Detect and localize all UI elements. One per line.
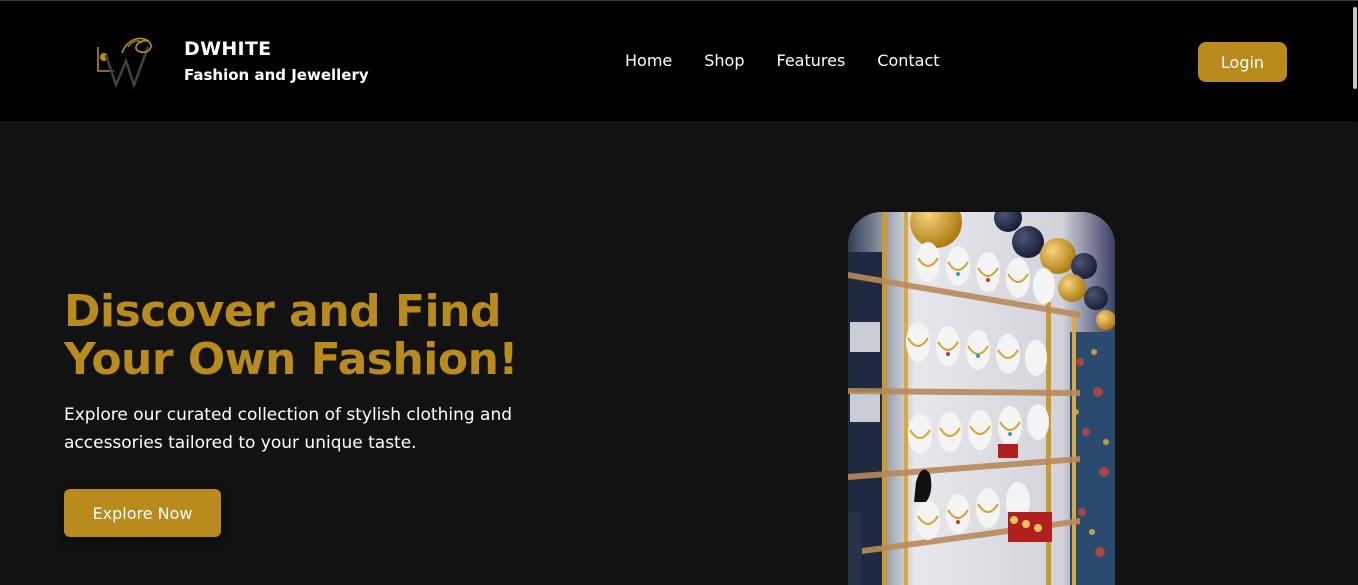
nav-link-home[interactable]: Home	[625, 51, 672, 70]
scrollbar-thumb[interactable]	[1353, 7, 1357, 89]
jewellery-store-display-image	[848, 212, 1115, 585]
brand-tagline: Fashion and Jewellery	[184, 66, 369, 84]
hero-title: Discover and Find Your Own Fashion!	[64, 286, 518, 385]
nav-link-contact[interactable]: Contact	[877, 51, 939, 70]
nav-link-features[interactable]: Features	[777, 51, 846, 70]
dw-monogram-icon[interactable]	[92, 31, 156, 90]
login-button[interactable]: Login	[1198, 42, 1287, 82]
nav-link-shop[interactable]: Shop	[704, 51, 744, 70]
scrollbar[interactable]	[1352, 1, 1358, 122]
main-nav: Home Shop Features Contact	[625, 51, 940, 70]
hero-subtitle: Explore our curated collection of stylis…	[64, 405, 513, 453]
top-navbar: DWHITE Fashion and Jewellery Home Shop F…	[0, 0, 1358, 122]
explore-now-button[interactable]: Explore Now	[64, 489, 221, 537]
brand-name[interactable]: DWHITE	[184, 38, 271, 60]
